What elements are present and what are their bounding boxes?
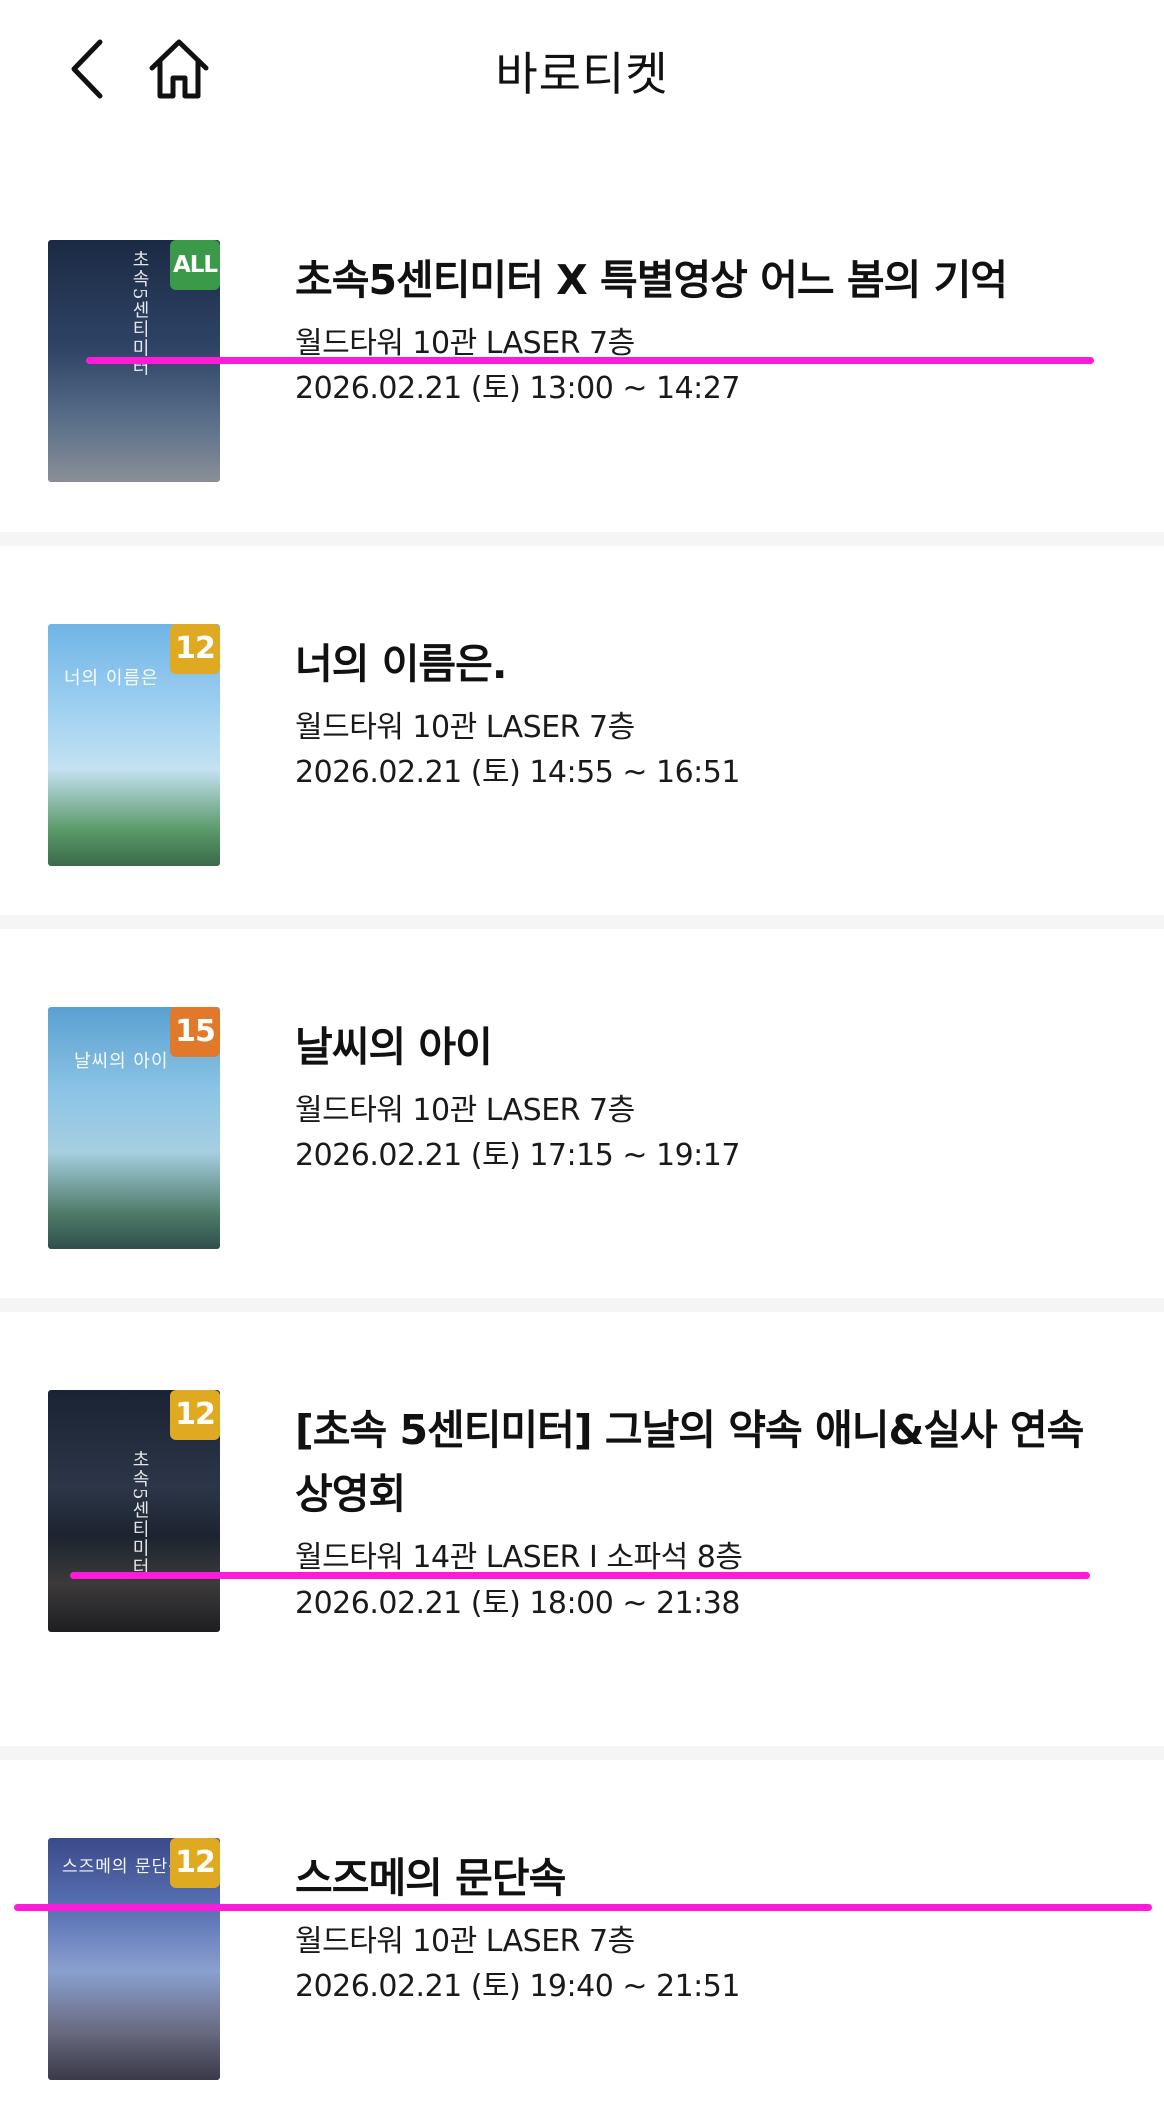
rating-badge: 15 xyxy=(170,1007,220,1057)
page-title: 바로티켓 xyxy=(495,47,669,101)
movie-title: 너의 이름은. xyxy=(295,640,507,688)
movie-poster: 스즈메의 문단속 12 xyxy=(48,1838,220,2080)
movie-title: [초속 5센티미터] 그날의 약속 애니&실사 연속 상영회 xyxy=(295,1406,1084,1518)
movie-title: 스즈메의 문단속 xyxy=(295,1854,566,1902)
movie-title: 초속5센티미터 X 특별영상 어느 봄의 기억 xyxy=(295,256,1008,304)
header-bar: 바로티켓 xyxy=(0,0,1164,140)
annotation-line xyxy=(86,357,1094,364)
rating-badge: 12 xyxy=(170,1838,220,1888)
rating-badge: ALL xyxy=(170,240,220,290)
movie-theater: 월드타워 10관 LASER 7층 xyxy=(295,326,635,361)
rating-badge: 12 xyxy=(170,624,220,674)
divider xyxy=(0,915,1164,929)
movie-title: 날씨의 아이 xyxy=(295,1023,493,1071)
annotation-line xyxy=(70,1572,1090,1579)
movie-theater: 월드타워 10관 LASER 7층 xyxy=(295,710,635,745)
movie-theater: 월드타워 14관 LASER I 소파석 8층 xyxy=(295,1540,743,1575)
movie-poster: 날씨의 아이 15 xyxy=(48,1007,220,1249)
divider xyxy=(0,1746,1164,1760)
rating-badge: 12 xyxy=(170,1390,220,1440)
movie-theater: 월드타워 10관 LASER 7층 xyxy=(295,1924,635,1959)
movie-datetime: 2026.02.21 (토) 18:00 ~ 21:38 xyxy=(295,1586,740,1621)
movie-datetime: 2026.02.21 (토) 17:15 ~ 19:17 xyxy=(295,1138,740,1173)
divider xyxy=(0,532,1164,546)
movie-datetime: 2026.02.21 (토) 13:00 ~ 14:27 xyxy=(295,371,740,406)
movie-poster: 너의 이름은 12 xyxy=(48,624,220,866)
movie-theater: 월드타워 10관 LASER 7층 xyxy=(295,1093,635,1128)
movie-datetime: 2026.02.21 (토) 14:55 ~ 16:51 xyxy=(295,755,740,790)
divider xyxy=(0,1298,1164,1312)
movie-datetime: 2026.02.21 (토) 19:40 ~ 21:51 xyxy=(295,1969,740,2004)
movie-poster: 초속5센티미터 12 xyxy=(48,1390,220,1632)
annotation-line xyxy=(14,1904,1152,1911)
